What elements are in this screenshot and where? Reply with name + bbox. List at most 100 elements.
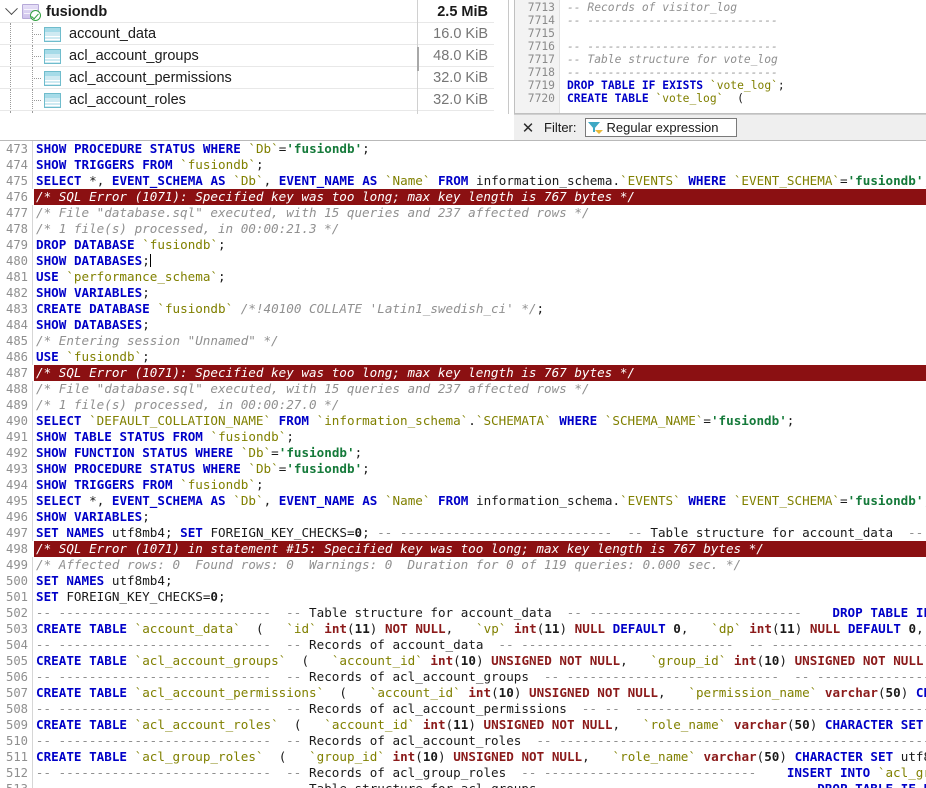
log-line-text: -- ---------------------------- -- Table… [36,605,926,620]
log-row[interactable]: 474 SHOW TRIGGERS FROM `fusiondb`; [0,157,926,173]
log-row[interactable]: 495 SELECT *, EVENT_SCHEMA AS `Db`, EVENT… [0,493,926,509]
expand-chevron-icon[interactable] [0,1,22,23]
log-row[interactable]: 484 SHOW DATABASES; [0,317,926,333]
log-line-text: /* 1 file(s) processed, in 00:00:21.3 */ [36,221,340,236]
tree-row-table[interactable]: account_data 16.0 KiB [0,23,494,45]
log-line-text: SHOW TABLE STATUS FROM `fusiondb`; [36,429,294,444]
line-text: -- ---------------------------- [567,14,778,27]
log-row[interactable]: 496 SHOW VARIABLES; [0,509,926,525]
query-log-panel[interactable]: 473 SHOW PROCEDURE STATUS WHERE `Db`='fus… [0,140,926,788]
line-number: 480 [5,254,28,268]
line-number: 508 [5,702,28,716]
line-number: 511 [5,750,28,764]
log-row[interactable]: 477 /* File "database.sql" executed, with… [0,205,926,221]
line-number: 476 [0,189,28,205]
line-number: 484 [5,318,28,332]
log-row[interactable]: 508 -- ---------------------------- -- Re… [0,701,926,717]
line-number: 487 [0,365,28,381]
log-row[interactable]: 478 /* 1 file(s) processed, in 00:00:21.3… [0,221,926,237]
line-number: 7716 [527,40,555,53]
log-row[interactable]: 473 SHOW PROCEDURE STATUS WHERE `Db`='fus… [0,141,926,157]
log-row[interactable]: 507 CREATE TABLE `acl_account_permissions… [0,685,926,701]
log-row[interactable]: 506 -- ---------------------------- -- Re… [0,669,926,685]
log-row[interactable]: 512 -- ---------------------------- -- Re… [0,765,926,781]
log-row[interactable]: 479 DROP DATABASE `fusiondb`; [0,237,926,253]
log-line-text: /* SQL Error (1071) in statement #15: Sp… [36,541,764,556]
log-line-text: -- ---------------------------- -- Recor… [36,701,926,716]
log-row[interactable]: 493 SHOW PROCEDURE STATUS WHERE `Db`='fus… [0,461,926,477]
log-row[interactable]: 489 /* 1 file(s) processed, in 00:00:27.0… [0,397,926,413]
line-number: 503 [5,622,28,636]
log-row[interactable]: 509 CREATE TABLE `acl_account_roles` ( `a… [0,717,926,733]
tree-item-label: account_data [69,26,157,42]
line-number: 491 [5,430,28,444]
tree-row-table[interactable]: acl_account_permissions 32.0 KiB [0,67,494,89]
log-row[interactable]: 510 -- ---------------------------- -- Re… [0,733,926,749]
log-row[interactable]: 502 -- ---------------------------- -- Ta… [0,605,926,621]
log-row[interactable]: 511 CREATE TABLE `acl_group_roles` ( `gro… [0,749,926,765]
log-row[interactable]: 486 USE `fusiondb`; [0,349,926,365]
database-icon [22,4,41,21]
log-row[interactable]: 504 -- ---------------------------- -- Re… [0,637,926,653]
line-text: -- ---------------------------- [567,40,778,53]
line-number: 489 [5,398,28,412]
log-line-text: SELECT *, EVENT_SCHEMA AS `Db`, EVENT_NA… [36,173,926,188]
log-line-text: -- ---------------------------- -- Recor… [36,765,926,780]
close-icon[interactable]: ✕ [514,115,542,141]
filter-input[interactable]: Regular expression [584,118,737,137]
tree-row-table[interactable]: acl_account_groups 48.0 KiB [0,45,494,67]
log-line-text: -- ---------------------------- -- Recor… [36,669,926,684]
tree-item-label: acl_account_groups [69,48,199,64]
log-row[interactable]: 499 /* Affected rows: 0 Found rows: 0 War… [0,557,926,573]
log-row-error[interactable]: 498 /* SQL Error (1071) in statement #15:… [0,541,926,557]
log-row-error[interactable]: 476 /* SQL Error (1071): Specified key wa… [0,189,926,205]
log-row[interactable]: 494 SHOW TRIGGERS FROM `fusiondb`; [0,477,926,493]
log-row[interactable]: 482 SHOW VARIABLES; [0,285,926,301]
log-row[interactable]: 500 SET NAMES utf8mb4; [0,573,926,589]
log-row[interactable]: 492 SHOW FUNCTION STATUS WHERE `Db`='fusi… [0,445,926,461]
log-row[interactable]: 475 SELECT *, EVENT_SCHEMA AS `Db`, EVENT… [0,173,926,189]
line-number: 501 [5,590,28,604]
log-row-error[interactable]: 487 /* SQL Error (1071): Specified key wa… [0,365,926,381]
log-row[interactable]: 488 /* File "database.sql" executed, with… [0,381,926,397]
log-line-text: -- ---------------------------- -- Table… [36,781,926,788]
log-line-text: CREATE TABLE `acl_account_permissions` (… [36,685,926,700]
sql-preview-panel[interactable]: 7713 -- Records of visitor_log 7714 -- ----… [514,0,926,114]
log-row[interactable]: 480 SHOW DATABASES; [0,253,926,269]
log-row[interactable]: 513 -- ---------------------------- -- Ta… [0,781,926,788]
line-number: 475 [5,174,28,188]
log-row[interactable]: 503 CREATE TABLE `account_data` ( `id` in… [0,621,926,637]
line-number: 7718 [527,66,555,79]
log-row[interactable]: 505 CREATE TABLE `acl_account_groups` ( `… [0,653,926,669]
log-row[interactable]: 497 SET NAMES utf8mb4; SET FOREIGN_KEY_CH… [0,525,926,541]
line-number: 502 [5,606,28,620]
line-text: -- Records of visitor_log [567,1,738,14]
log-row[interactable]: 483 CREATE DATABASE `fusiondb` /*!40100 C… [0,301,926,317]
line-number: 498 [0,541,28,557]
log-line-text: /* Entering session "Unnamed" */ [36,333,279,348]
log-lines: 473 SHOW PROCEDURE STATUS WHERE `Db`='fus… [0,141,926,788]
tree-row-database[interactable]: fusiondb 2.5 MiB [0,0,494,23]
tree-column-separator-handle[interactable] [417,47,419,71]
log-line-text: /* File "database.sql" executed, with 15… [36,205,590,220]
line-number: 7717 [527,53,555,66]
line-text: DROP TABLE IF EXISTS `vote_log`; [567,79,785,92]
filter-bar-spacer [0,114,514,140]
tree-item-size: 32.0 KiB [433,70,488,86]
log-row[interactable]: 490 SELECT `DEFAULT_COLLATION_NAME` FROM … [0,413,926,429]
log-row[interactable]: 481 USE `performance_schema`; [0,269,926,285]
line-number: 485 [5,334,28,348]
line-number: 477 [5,206,28,220]
log-line-text: SET NAMES utf8mb4; SET FOREIGN_KEY_CHECK… [36,525,924,540]
log-row[interactable]: 485 /* Entering session "Unnamed" */ [0,333,926,349]
top-area: fusiondb 2.5 MiB account_data 16.0 KiB acl_a… [0,0,926,140]
line-number: 473 [5,142,28,156]
log-row[interactable]: 491 SHOW TABLE STATUS FROM `fusiondb`; [0,429,926,445]
log-line-text: SHOW VARIABLES; [36,509,150,524]
tree-item-label: acl_account_roles [69,92,186,108]
tree-row-table[interactable]: acl_account_roles 32.0 KiB [0,89,494,111]
log-line-text: SHOW PROCEDURE STATUS WHERE `Db`='fusion… [36,461,370,476]
check-circle-icon [30,10,41,21]
log-row[interactable]: 501 SET FOREIGN_KEY_CHECKS=0; [0,589,926,605]
line-text: CREATE TABLE `vote_log` ( [567,92,744,105]
